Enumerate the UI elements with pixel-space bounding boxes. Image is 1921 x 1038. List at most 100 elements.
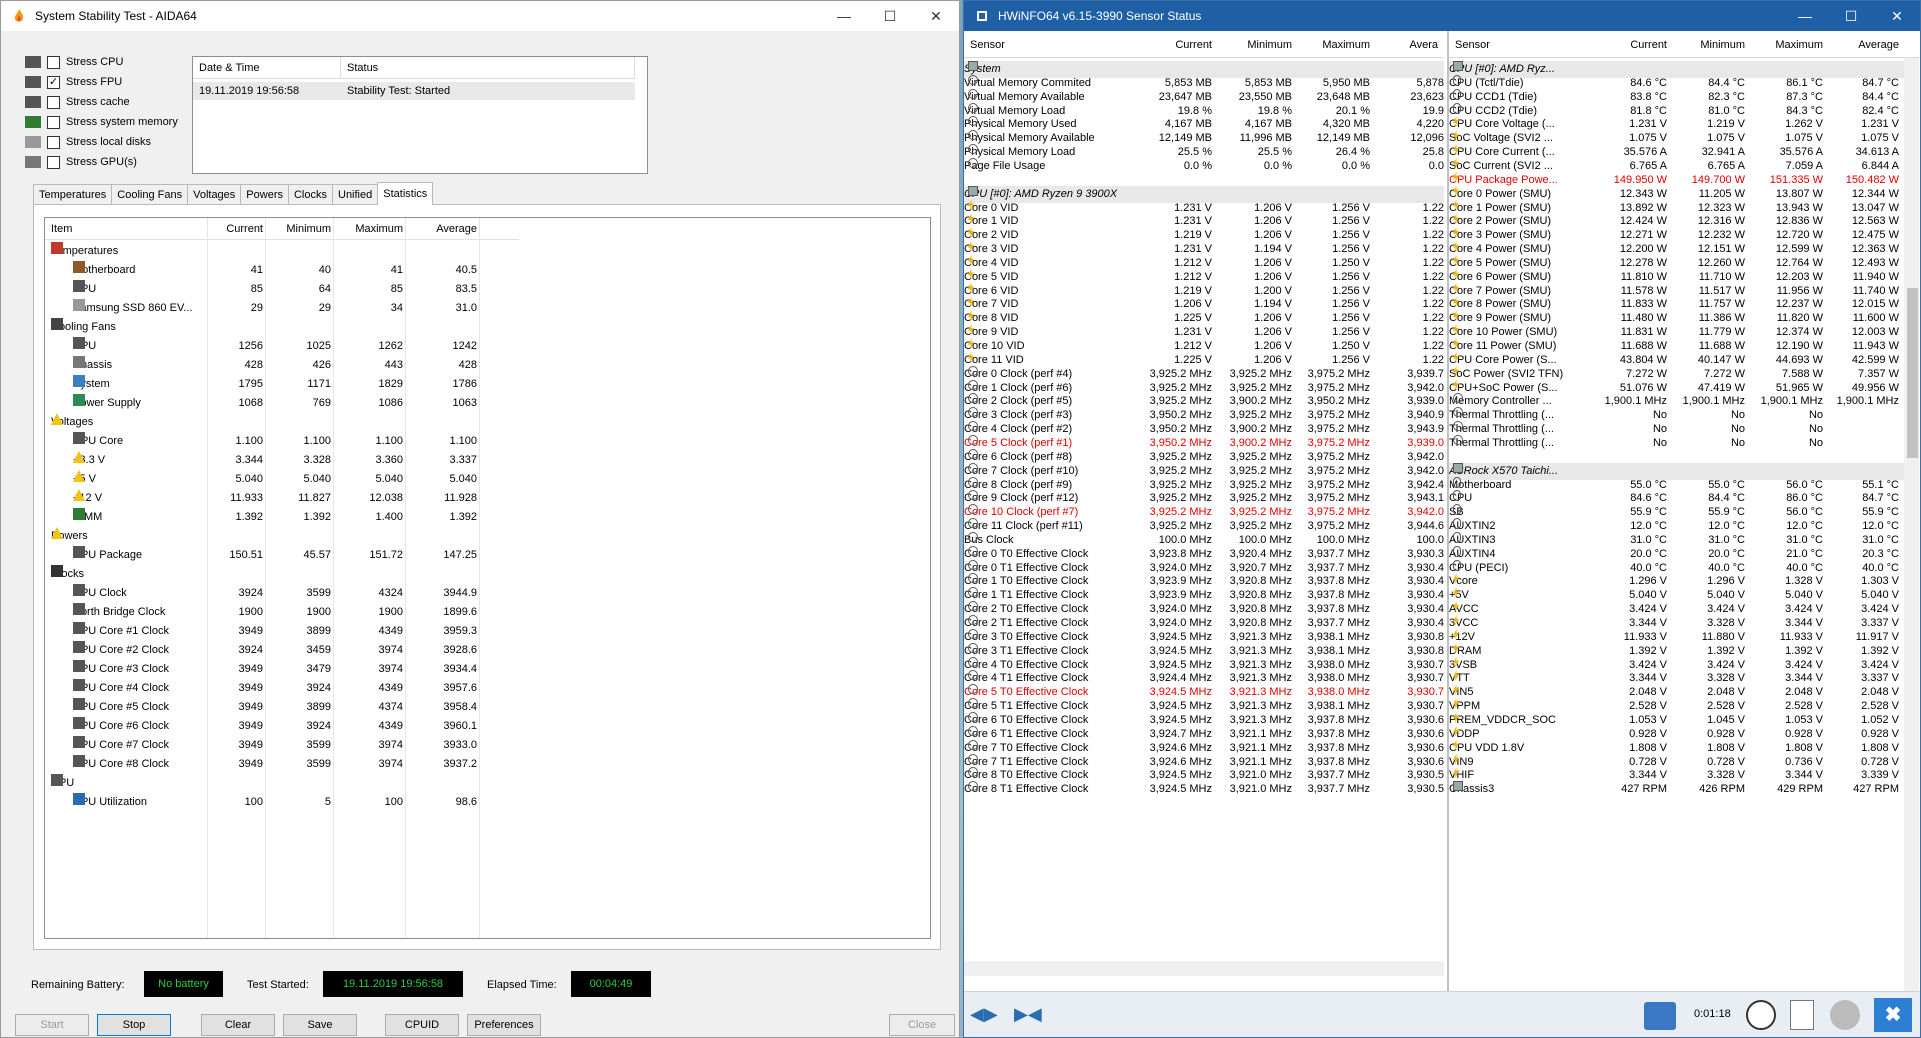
value-average: 1786	[452, 378, 477, 390]
header-average[interactable]: Average	[1825, 39, 1899, 51]
table-row[interactable]: CPU Core #4 Clock 3949 3924 4349 3957.6	[45, 679, 519, 698]
maximize-button[interactable]: ☐	[1828, 1, 1874, 31]
sensor-row[interactable]: Core 8 T1 Effective Clock 3,924.5 MHz 3,92…	[964, 781, 1444, 798]
checkbox[interactable]	[47, 135, 60, 149]
close-button[interactable]: ✕	[1874, 1, 1920, 31]
network-icon[interactable]	[1644, 1002, 1676, 1030]
sensor-row[interactable]: Thermal Throttling (... No No No	[1449, 434, 1904, 452]
table-row[interactable]: CPU Package 150.51 45.57 151.72 147.25	[45, 546, 519, 565]
group-row[interactable]: CPU	[45, 774, 519, 793]
tab-voltages[interactable]: Voltages	[187, 184, 242, 205]
stress-option[interactable]: Stress local disks	[25, 133, 151, 151]
hwinfo-titlebar[interactable]: HWiNFO64 v6.15-3990 Sensor Status — ☐ ✕	[964, 1, 1920, 31]
close-button[interactable]: ✕	[913, 1, 959, 31]
stress-option[interactable]: Stress system memory	[25, 113, 178, 131]
start-button[interactable]: Start	[15, 1014, 89, 1036]
header-item[interactable]: Item	[51, 218, 72, 240]
table-row[interactable]: +5 V 5.040 5.040 5.040 5.040	[45, 470, 519, 489]
table-row[interactable]: CPU Core #1 Clock 3949 3899 4349 3959.3	[45, 622, 519, 641]
checkbox[interactable]	[47, 55, 60, 69]
value-current: 5.040	[235, 473, 263, 485]
preferences-button[interactable]: Preferences	[467, 1014, 541, 1036]
tab-statistics[interactable]: Statistics	[377, 182, 434, 205]
vertical-scrollbar[interactable]	[1904, 58, 1919, 991]
sensor-row[interactable]: Chassis3 427 RPM 426 RPM 429 RPM 427 RPM	[1449, 781, 1904, 798]
minimize-button[interactable]: —	[821, 1, 867, 31]
settings-icon[interactable]	[1830, 1000, 1860, 1030]
group-row[interactable]: Temperatures	[45, 242, 519, 261]
sensor-row[interactable]: Page File Usage 0.0 % 0.0 % 0.0 % 0.0	[964, 157, 1444, 175]
arrow-left-right-icon[interactable]: ◀▶	[970, 1004, 998, 1025]
header-current[interactable]: Current	[1144, 39, 1212, 51]
table-row[interactable]: CPU 1256 1025 1262 1242	[45, 337, 519, 356]
table-row[interactable]: System 1795 1171 1829 1786	[45, 375, 519, 394]
checkbox[interactable]	[47, 155, 60, 169]
header-current[interactable]: Current	[1599, 39, 1667, 51]
table-row[interactable]: CPU Core #2 Clock 3924 3459 3974 3928.6	[45, 641, 519, 660]
table-row[interactable]: Samsung SSD 860 EV... 29 29 34 31.0	[45, 299, 519, 318]
table-row[interactable]: CPU Clock 3924 3599 4324 3944.9	[45, 584, 519, 603]
power-supply-icon	[73, 394, 85, 406]
table-row[interactable]: CPU Utilization 100 5 100 98.6	[45, 793, 519, 812]
close-x-icon[interactable]: ✖	[1874, 998, 1912, 1032]
stress-option[interactable]: Stress cache	[25, 93, 130, 111]
table-row[interactable]: CPU Core #5 Clock 3949 3899 4374 3958.4	[45, 698, 519, 717]
header-minimum[interactable]: Minimum	[267, 218, 331, 240]
horizontal-scrollbar[interactable]	[964, 961, 1444, 976]
header-minimum[interactable]: Minimum	[1675, 39, 1745, 51]
table-row[interactable]: CPU Core 1.100 1.100 1.100 1.100	[45, 432, 519, 451]
table-row[interactable]: +3.3 V 3.344 3.328 3.360 3.337	[45, 451, 519, 470]
stress-option[interactable]: Stress CPU	[25, 53, 123, 71]
stop-button[interactable]: Stop	[97, 1014, 171, 1036]
aida64-titlebar[interactable]: System Stability Test - AIDA64 — ☐ ✕	[1, 1, 959, 31]
header-maximum[interactable]: Maximum	[1753, 39, 1823, 51]
tab-clocks[interactable]: Clocks	[287, 184, 333, 205]
table-row[interactable]: CPU Core #6 Clock 3949 3924 4349 3960.1	[45, 717, 519, 736]
group-row[interactable]: Powers	[45, 527, 519, 546]
table-row[interactable]: Chassis 428 426 443 428	[45, 356, 519, 375]
checkbox[interactable]: ✓	[47, 75, 60, 89]
table-row[interactable]: North Bridge Clock 1900 1900 1900 1899.6	[45, 603, 519, 622]
save-button[interactable]: Save	[283, 1014, 357, 1036]
clear-button[interactable]: Clear	[201, 1014, 275, 1036]
group-row[interactable]: Clocks	[45, 565, 519, 584]
table-row[interactable]: CPU Core #8 Clock 3949 3599 3974 3937.2	[45, 755, 519, 774]
header-sensor[interactable]: Sensor	[970, 39, 1005, 51]
clock-icon[interactable]	[1746, 1000, 1776, 1030]
header-current[interactable]: Current	[209, 218, 263, 240]
scroll-thumb[interactable]	[1907, 288, 1918, 458]
table-row[interactable]: +12 V 11.933 11.827 12.038 11.928	[45, 489, 519, 508]
table-row[interactable]: Motherboard 41 40 41 40.5	[45, 261, 519, 280]
close-button-bottom[interactable]: Close	[889, 1014, 955, 1036]
header-maximum[interactable]: Maximum	[335, 218, 403, 240]
header-average[interactable]: Avera	[1378, 39, 1438, 51]
tab-powers[interactable]: Powers	[240, 184, 289, 205]
minimize-button[interactable]: —	[1782, 1, 1828, 31]
report-icon[interactable]	[1790, 1000, 1814, 1030]
sensor-label: Core 7 VID	[964, 298, 1019, 311]
col-date-time[interactable]: Date & Time	[193, 57, 341, 79]
checkbox[interactable]	[47, 95, 60, 109]
maximize-button[interactable]: ☐	[867, 1, 913, 31]
group-row[interactable]: Voltages	[45, 413, 519, 432]
header-maximum[interactable]: Maximum	[1300, 39, 1370, 51]
stress-option[interactable]: Stress GPU(s)	[25, 153, 137, 171]
table-row[interactable]: Power Supply 1068 769 1086 1063	[45, 394, 519, 413]
table-row[interactable]: DIMM 1.392 1.392 1.400 1.392	[45, 508, 519, 527]
checkbox[interactable]	[47, 115, 60, 129]
tab-temperatures[interactable]: Temperatures	[33, 184, 113, 205]
tab-cooling-fans[interactable]: Cooling Fans	[111, 184, 189, 205]
cpuid-button[interactable]: CPUID	[385, 1014, 459, 1036]
header-sensor[interactable]: Sensor	[1455, 39, 1490, 51]
item-name: DIMM	[73, 508, 102, 527]
stress-option[interactable]: ✓ Stress FPU	[25, 73, 122, 91]
group-row[interactable]: Cooling Fans	[45, 318, 519, 337]
header-minimum[interactable]: Minimum	[1222, 39, 1292, 51]
value-average: 3959.3	[443, 625, 477, 637]
tab-unified[interactable]: Unified	[332, 184, 379, 205]
table-row[interactable]: CPU Core #7 Clock 3949 3599 3974 3933.0	[45, 736, 519, 755]
table-row[interactable]: CPU Core #3 Clock 3949 3479 3974 3934.4	[45, 660, 519, 679]
arrow-collapse-icon[interactable]: ▶◀	[1014, 1004, 1042, 1025]
table-row[interactable]: CPU 85 64 85 83.5	[45, 280, 519, 299]
col-status[interactable]: Status	[341, 57, 635, 79]
